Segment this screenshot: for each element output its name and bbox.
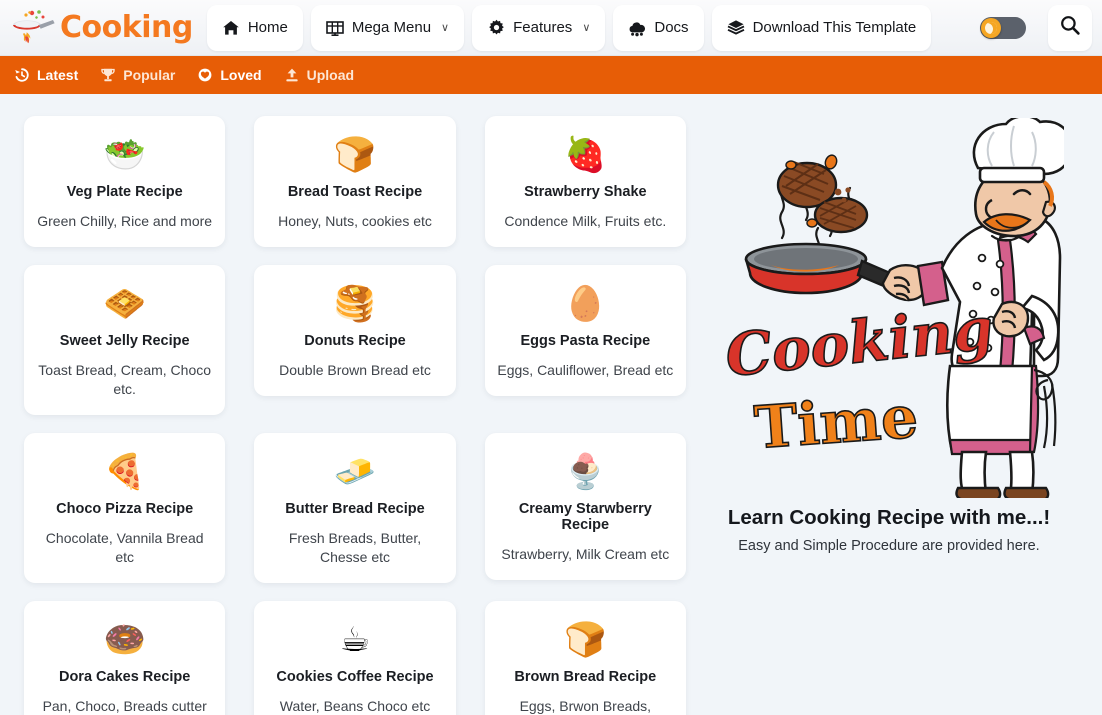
top-header: Cooking Home Mega Menu ∨ Features ∨ Docs… <box>0 0 1102 56</box>
nav-item-features-label: Features <box>513 19 573 36</box>
donuts-icon: 🥞 <box>333 284 377 324</box>
nav-item-mega-menu-label: Mega Menu <box>351 19 432 36</box>
recipe-cards-column: 🥗 Veg Plate Recipe Green Chilly, Rice an… <box>24 116 686 715</box>
recipe-card[interactable]: 🍩 Dora Cakes Recipe Pan, Choco, Breads c… <box>24 601 226 715</box>
secondary-nav: Latest Popular Loved Upload <box>0 56 1102 94</box>
recipe-card-title: Bread Toast Recipe <box>287 184 423 200</box>
recipe-card[interactable]: 🧇 Sweet Jelly Recipe Toast Bread, Cream,… <box>24 265 226 415</box>
brand-name: Cooking <box>60 10 193 45</box>
recipe-card-desc: Strawberry, Milk Cream etc <box>501 546 670 562</box>
history-clock-icon <box>14 67 30 83</box>
recipe-card-desc: Honey, Nuts, cookies etc <box>278 213 432 229</box>
promo-subtitle: Easy and Simple Procedure are provided h… <box>738 538 1040 554</box>
subnav-item-latest-label: Latest <box>37 67 79 83</box>
recipe-card[interactable]: 🍞 Bread Toast Recipe Honey, Nuts, cookie… <box>254 116 456 247</box>
moon-icon <box>985 21 997 34</box>
brown-bread-icon: 🍞 <box>564 620 607 660</box>
recipe-card[interactable]: 🍕 Choco Pizza Recipe Chocolate, Vannila … <box>24 433 226 583</box>
search-icon <box>1059 14 1081 41</box>
dora-cakes-icon: 🍩 <box>103 620 146 660</box>
recipe-card-title: Strawberry Shake <box>524 184 647 200</box>
promo-panel: Cooking Time Learn Cooking Recipe with m… <box>700 116 1078 715</box>
recipe-card-desc: Chocolate, Vannila Bread etc <box>45 530 204 565</box>
recipe-card-title: Creamy Starwberry Recipe <box>518 501 652 533</box>
recipe-card-title: Dora Cakes Recipe <box>58 669 191 685</box>
recipe-card-title: Brown Bread Recipe <box>514 669 657 685</box>
recipe-card-title: Butter Bread Recipe <box>285 501 425 517</box>
gear-icon <box>487 19 505 37</box>
brand-logo-link[interactable]: Cooking <box>10 8 193 48</box>
subnav-item-popular[interactable]: Popular <box>100 67 175 83</box>
creamy-strawberry-icon: 🍨 <box>564 452 607 492</box>
recipe-card-title: Choco Pizza Recipe <box>56 501 194 517</box>
heart-pin-icon <box>197 67 213 83</box>
recipe-card[interactable]: 🍞 Brown Bread Recipe Eggs, Brwon Breads,… <box>484 601 686 715</box>
recipe-card[interactable]: 🍓 Strawberry Shake Condence Milk, Fruits… <box>484 116 686 247</box>
subnav-item-loved-label: Loved <box>220 67 262 83</box>
recipe-card[interactable]: 🥞 Donuts Recipe Double Brown Bread etc <box>254 265 456 396</box>
trophy-icon <box>100 67 116 83</box>
subnav-item-upload[interactable]: Upload <box>284 67 354 83</box>
sweet-jelly-icon: 🧇 <box>103 284 146 324</box>
recipe-card[interactable]: 🥗 Veg Plate Recipe Green Chilly, Rice an… <box>24 116 226 247</box>
recipe-card-desc: Toast Bread, Cream, Choco etc. <box>38 362 212 397</box>
recipe-card-desc: Condence Milk, Fruits etc. <box>504 213 667 229</box>
subnav-item-loved[interactable]: Loved <box>197 67 262 83</box>
recipe-cards-grid: 🥗 Veg Plate Recipe Green Chilly, Rice an… <box>24 116 686 715</box>
recipe-card[interactable]: 🍨 Creamy Starwberry Recipe Strawberry, M… <box>484 433 686 580</box>
recipe-card-title: Cookies Coffee Recipe <box>276 669 434 685</box>
main-nav: Home Mega Menu ∨ Features ∨ Docs Downloa… <box>206 4 932 51</box>
recipe-card[interactable]: 🧈 Butter Bread Recipe Fresh Breads, Butt… <box>254 433 456 583</box>
page-body: 🥗 Veg Plate Recipe Green Chilly, Rice an… <box>0 94 1102 715</box>
butter-bread-icon: 🧈 <box>333 452 377 492</box>
recipe-card-desc: Water, Beans Choco etc <box>279 698 431 714</box>
veg-plate-icon: 🥗 <box>103 135 146 175</box>
recipe-card-desc: Eggs, Brwon Breads, Cream etc <box>519 698 652 714</box>
chef-cooking-time-illustration: Cooking Time <box>714 118 1064 498</box>
choco-pizza-icon: 🍕 <box>103 452 146 492</box>
nav-item-docs[interactable]: Docs <box>613 4 704 51</box>
svg-text:Time: Time <box>752 383 920 462</box>
search-button[interactable] <box>1048 4 1092 51</box>
recipe-card-desc: Pan, Choco, Breads cutter etc. <box>42 698 207 714</box>
frying-pan-logo-icon <box>10 8 56 48</box>
nav-item-download-template-label: Download This Template <box>752 19 917 36</box>
recipe-card-desc: Double Brown Bread etc <box>279 362 431 378</box>
nav-item-features[interactable]: Features ∨ <box>472 4 606 51</box>
cloud-docs-icon <box>628 19 646 37</box>
recipe-card-desc: Eggs, Cauliflower, Bread etc <box>497 362 674 378</box>
recipe-card-title: Sweet Jelly Recipe <box>59 333 190 349</box>
nav-item-mega-menu[interactable]: Mega Menu ∨ <box>310 4 465 51</box>
toggle-knob <box>981 17 1001 38</box>
recipe-card-title: Veg Plate Recipe <box>66 184 183 200</box>
subnav-item-popular-label: Popular <box>123 67 176 83</box>
eggs-pasta-icon: 🥚 <box>564 284 607 324</box>
recipe-card-title: Donuts Recipe <box>304 333 406 349</box>
promo-title: Learn Cooking Recipe with me...! <box>727 506 1051 529</box>
grid-table-icon <box>326 19 344 37</box>
recipe-card[interactable]: 🥚 Eggs Pasta Recipe Eggs, Cauliflower, B… <box>484 265 686 396</box>
nav-item-docs-label: Docs <box>654 19 689 36</box>
layers-stack-icon <box>727 19 745 37</box>
upload-icon <box>284 67 300 83</box>
nav-item-home[interactable]: Home <box>206 4 303 51</box>
recipe-card[interactable]: ☕ Cookies Coffee Recipe Water, Beans Cho… <box>254 601 456 715</box>
strawberry-shake-icon: 🍓 <box>564 135 607 175</box>
nav-item-home-label: Home <box>247 19 288 36</box>
recipe-card-desc: Green Chilly, Rice and more <box>37 213 213 229</box>
chevron-down-icon: ∨ <box>582 22 591 34</box>
recipe-card-desc: Fresh Breads, Butter, Chesse etc <box>288 530 422 565</box>
recipe-card-title: Eggs Pasta Recipe <box>520 333 651 349</box>
home-icon <box>222 19 240 37</box>
bread-toast-icon: 🍞 <box>333 135 377 175</box>
subnav-item-upload-label: Upload <box>306 67 355 83</box>
chevron-down-icon: ∨ <box>441 22 450 34</box>
dark-mode-moon-toggle[interactable] <box>980 16 1026 39</box>
cookies-coffee-icon: ☕ <box>339 620 371 660</box>
nav-item-download-template[interactable]: Download This Template <box>711 4 932 51</box>
subnav-item-latest[interactable]: Latest <box>14 67 78 83</box>
